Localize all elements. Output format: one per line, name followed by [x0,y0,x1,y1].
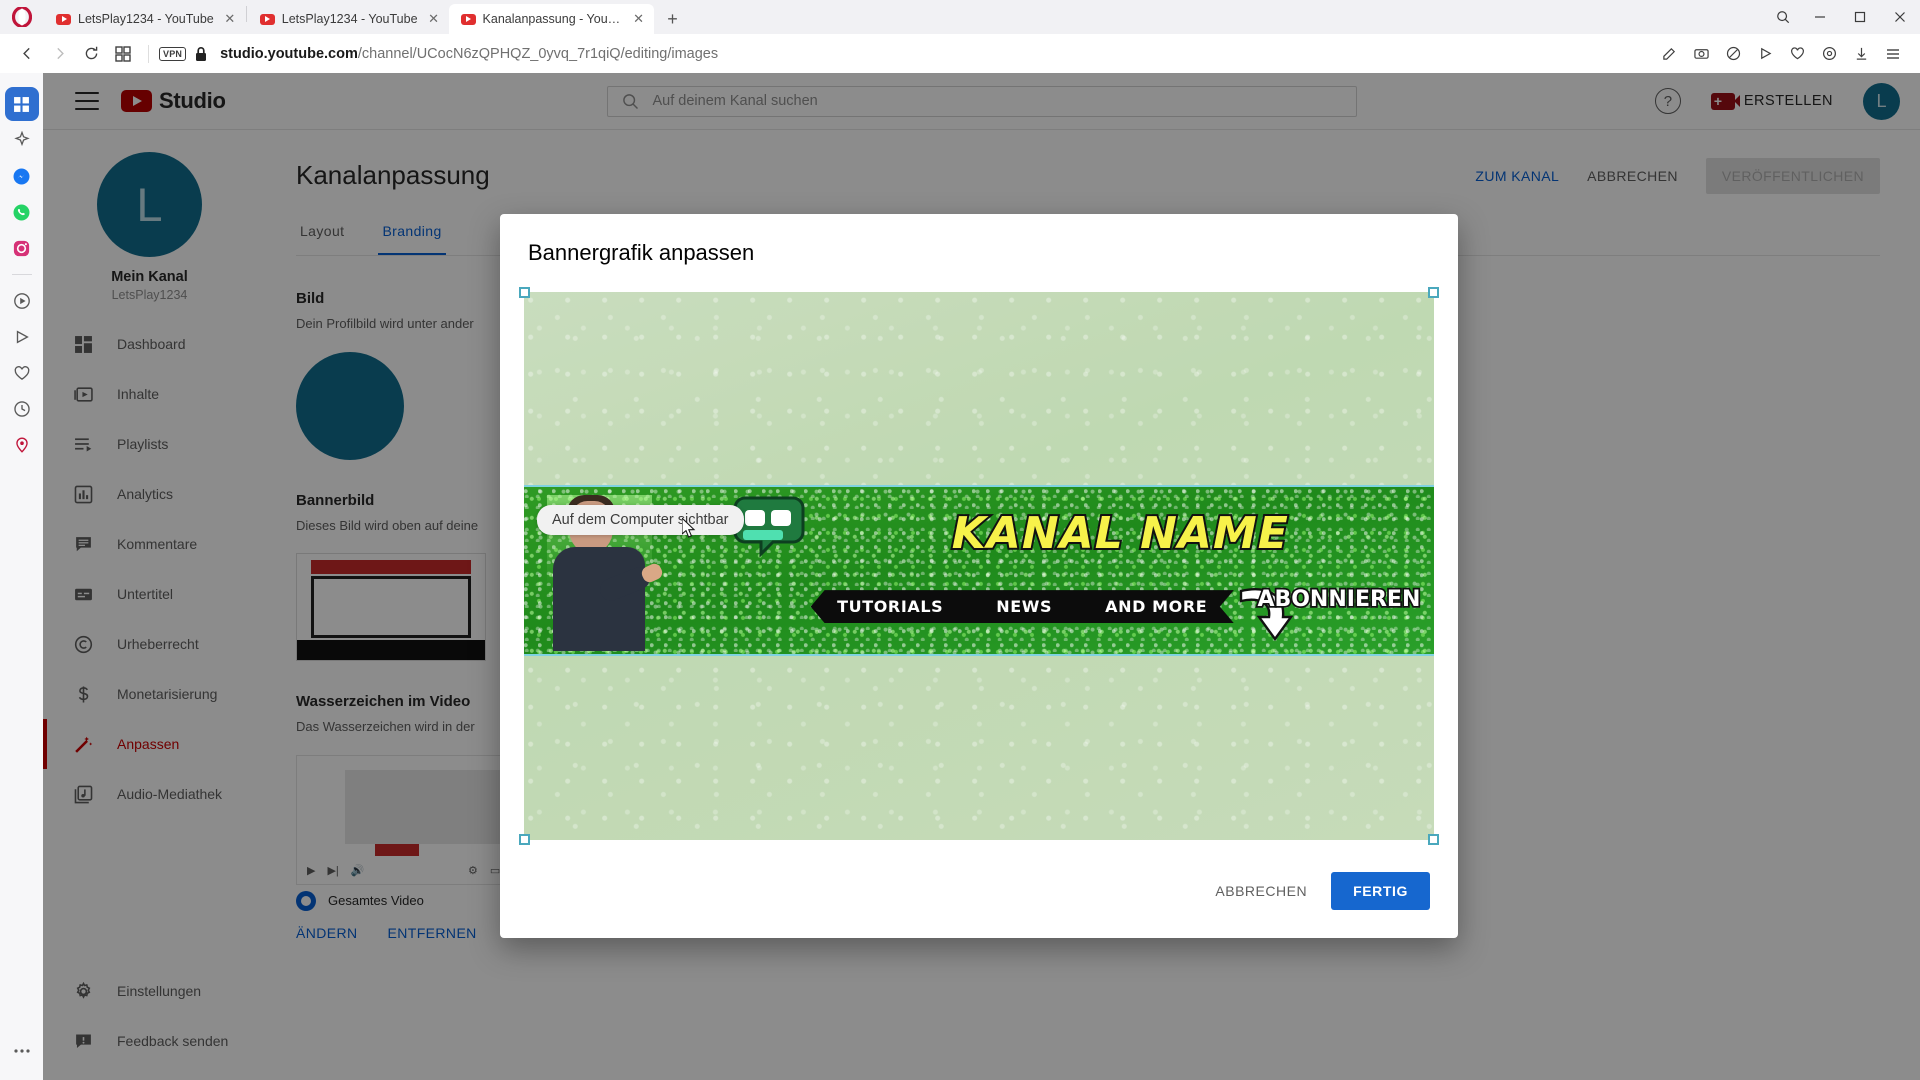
dialog-footer: ABBRECHEN FERTIG [500,858,1458,938]
sidebar-history-icon[interactable] [5,392,39,426]
banner-subscribe-text: ABONNIEREN [1256,585,1422,614]
sidebar-workspace-icon[interactable] [4,87,39,121]
tab-title: Kanalanpassung - YouTub [482,12,623,26]
sidebar-instagram-icon[interactable] [5,231,39,265]
address-bar[interactable]: studio.youtube.com/channel/UCocN6zQPHQZ_… [220,46,1642,62]
browser-window: LetsPlay1234 - YouTube ✕ LetsPlay1234 - … [0,0,1920,1080]
tab-title: LetsPlay1234 - YouTube [281,12,418,26]
dialog-done-button[interactable]: FERTIG [1331,872,1430,910]
ribbon-item: TUTORIALS [837,597,944,617]
sidebar-whatsapp-icon[interactable] [5,195,39,229]
tab-divider [245,5,247,22]
forward-button[interactable] [44,39,74,69]
tab-title: LetsPlay1234 - YouTube [78,12,214,26]
url-path: /channel/UCocN6zQPHQZ_0yvq_7r1qiQ/editin… [357,45,719,62]
close-icon[interactable]: ✕ [425,10,443,28]
nav-divider [148,44,149,63]
new-tab-button[interactable]: + [658,4,688,34]
ad-block-icon[interactable] [1718,39,1748,69]
maximize-button[interactable] [1840,0,1880,34]
sidebar-more-icon[interactable] [5,1034,39,1068]
ribbon-item: AND MORE [1105,597,1208,617]
youtube-favicon-icon [56,13,71,25]
url-domain: studio.youtube.com [220,45,358,62]
play-icon[interactable] [1750,39,1780,69]
sidebar-favorites-icon[interactable] [5,356,39,390]
lock-icon[interactable] [194,46,208,62]
extensions-icon[interactable] [1814,39,1844,69]
minimize-button[interactable] [1800,0,1840,34]
download-icon[interactable] [1846,39,1876,69]
youtube-favicon-icon [460,13,476,25]
sidebar-pin-icon[interactable] [5,428,39,462]
heart-icon[interactable] [1782,39,1812,69]
sidebar-messenger-icon[interactable] [5,159,39,193]
banner-image: KANAL NAME TUTORIALS NEWS AND MORE ABONN… [524,292,1434,840]
nav-right-icons [1654,39,1908,69]
banner-cropper[interactable]: KANAL NAME TUTORIALS NEWS AND MORE ABONN… [519,287,1439,845]
sidebar-player-icon[interactable] [5,284,39,318]
sidebar-divider [11,274,32,275]
opera-logo-icon [0,0,44,34]
close-icon[interactable]: ✕ [630,10,648,28]
tab-strip: LetsPlay1234 - YouTube ✕ LetsPlay1234 - … [0,0,1920,34]
reload-button[interactable] [76,39,106,69]
back-button[interactable] [12,39,42,69]
close-icon[interactable]: ✕ [221,10,239,28]
banner-crop-dialog: Bannergrafik anpassen KANAL NAME TUTORIA… [500,214,1458,938]
window-controls [1766,0,1920,34]
banner-ribbon: TUTORIALS NEWS AND MORE [811,590,1234,623]
close-window-button[interactable] [1880,0,1920,34]
browser-tab[interactable]: LetsPlay1234 - YouTube ✕ [44,4,245,34]
sidebar-sparkle-icon[interactable] [5,123,39,157]
menu-icon[interactable] [1878,39,1908,69]
navigation-bar: VPN studio.youtube.com/channel/UCocN6zQP… [0,34,1920,73]
opera-sidebar-bottom [5,1034,39,1080]
browser-tab[interactable]: LetsPlay1234 - YouTube ✕ [248,4,449,34]
dialog-body: KANAL NAME TUTORIALS NEWS AND MORE ABONN… [500,286,1458,858]
dialog-cancel-button[interactable]: ABBRECHEN [1201,872,1321,910]
channel-mascot-logo-icon [733,490,811,564]
speed-dial-icon[interactable] [108,39,138,69]
edit-icon[interactable] [1654,39,1684,69]
window-search-icon[interactable] [1766,0,1800,34]
camera-icon[interactable] [1686,39,1716,69]
vpn-badge[interactable]: VPN [159,46,187,61]
opera-sidebar [0,73,43,1080]
dialog-title: Bannergrafik anpassen [528,240,755,265]
mouse-cursor-icon [682,518,696,538]
browser-tab-active[interactable]: Kanalanpassung - YouTub ✕ [448,4,654,34]
sidebar-video-icon[interactable] [5,320,39,354]
person-body [552,546,645,651]
youtube-favicon-icon [259,13,275,25]
ribbon-item: NEWS [996,597,1053,617]
visibility-tooltip: Auf dem Computer sichtbar [537,505,744,535]
banner-channel-name: KANAL NAME [950,506,1290,561]
